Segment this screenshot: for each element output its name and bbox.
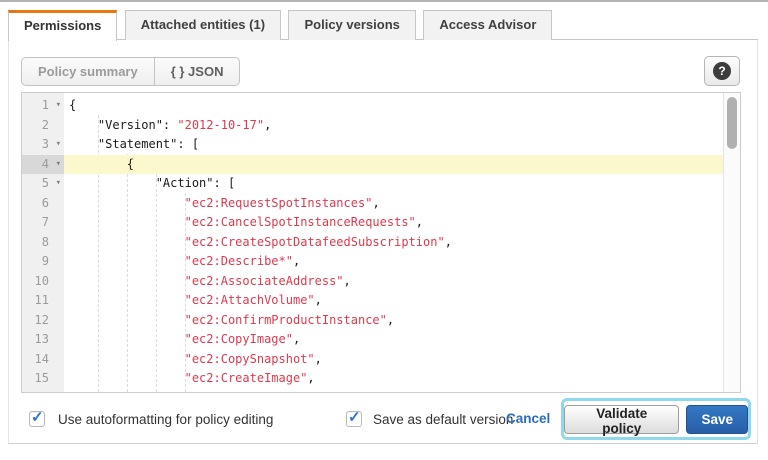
json-view-button[interactable]: { } JSON — [155, 57, 241, 86]
cancel-link[interactable]: Cancel — [506, 411, 550, 426]
policy-summary-button[interactable]: Policy summary — [21, 57, 155, 86]
line-number: 7 — [22, 213, 64, 233]
question-mark-icon: ? — [713, 62, 731, 80]
help-button[interactable]: ? — [704, 56, 740, 86]
line-number: 3▾ — [22, 135, 64, 155]
line-number: 13 — [22, 330, 64, 350]
save-button[interactable]: Save — [686, 405, 748, 434]
footer-controls: ✓ Use autoformatting for policy editing … — [9, 392, 757, 443]
line-number: 6 — [22, 194, 64, 214]
iam-policy-editor-screen: Permissions Attached entities (1) Policy… — [0, 0, 768, 460]
scrollbar-thumb[interactable] — [727, 97, 737, 149]
line-number: 5▾ — [22, 174, 64, 194]
code-line[interactable]: "ec2:Describe*", — [64, 252, 723, 272]
permissions-panel: Policy summary { } JSON ? 1▾23▾4▾5▾67891… — [8, 40, 758, 444]
primary-actions-focus-ring: Validate policy Save — [561, 398, 751, 440]
line-number: 8 — [22, 233, 64, 253]
fold-arrow-icon[interactable]: ▾ — [56, 174, 61, 194]
line-number: 2 — [22, 116, 64, 136]
policy-json-editor[interactable]: 1▾23▾4▾5▾6789101112131415 { "Version": "… — [21, 92, 741, 393]
tab-attached-entities[interactable]: Attached entities (1) — [125, 10, 281, 40]
checkmark-icon: ✓ — [348, 408, 361, 426]
code-line[interactable]: "ec2:AssociateAddress", — [64, 272, 723, 292]
tab-bar: Permissions Attached entities (1) Policy… — [8, 10, 758, 41]
code-line[interactable]: "Statement": [ — [64, 135, 723, 155]
tab-permissions[interactable]: Permissions — [8, 10, 117, 41]
validate-policy-button[interactable]: Validate policy — [564, 405, 679, 434]
code-line[interactable]: "ec2:RequestSpotInstances", — [64, 194, 723, 214]
editor-vertical-scrollbar[interactable] — [723, 93, 740, 392]
code-line[interactable]: "ec2:ConfirmProductInstance", — [64, 311, 723, 331]
checkmark-icon: ✓ — [31, 408, 44, 426]
code-line[interactable]: { — [64, 96, 723, 116]
tab-policy-versions[interactable]: Policy versions — [288, 10, 415, 40]
line-number: 15 — [22, 369, 64, 389]
code-line[interactable]: "ec2:CreateSpotDatafeedSubscription", — [64, 233, 723, 253]
default-version-checkbox[interactable]: ✓ — [346, 411, 362, 427]
autoformat-checkbox[interactable]: ✓ — [29, 411, 45, 427]
line-number: 10 — [22, 272, 64, 292]
code-line[interactable]: "ec2:CancelSpotInstanceRequests", — [64, 213, 723, 233]
fold-arrow-icon[interactable]: ▾ — [56, 155, 61, 175]
tab-access-advisor[interactable]: Access Advisor — [423, 10, 552, 40]
autoformat-label: Use autoformatting for policy editing — [58, 412, 273, 427]
line-number: 12 — [22, 311, 64, 331]
code-line[interactable]: "ec2:AttachVolume", — [64, 291, 723, 311]
fold-arrow-icon[interactable]: ▾ — [56, 135, 61, 155]
line-number: 11 — [22, 291, 64, 311]
line-number: 4▾ — [22, 155, 64, 175]
line-number: 1▾ — [22, 96, 64, 116]
line-number: 9 — [22, 252, 64, 272]
code-line[interactable]: "ec2:CopySnapshot", — [64, 350, 723, 370]
code-line[interactable]: "Version": "2012-10-17", — [64, 116, 723, 136]
view-toggle-group: Policy summary { } JSON — [21, 57, 240, 86]
code-line[interactable]: "Action": [ — [64, 174, 723, 194]
line-number: 14 — [22, 350, 64, 370]
code-line[interactable]: "ec2:CopyImage", — [64, 330, 723, 350]
code-line[interactable]: "ec2:CreateImage", — [64, 369, 723, 389]
editor-gutter: 1▾23▾4▾5▾6789101112131415 — [22, 93, 64, 392]
code-line[interactable]: { — [64, 155, 723, 175]
default-version-label: Save as default version — [373, 412, 513, 427]
fold-arrow-icon[interactable]: ▾ — [56, 96, 61, 116]
top-divider — [0, 0, 768, 2]
editor-code-area[interactable]: { "Version": "2012-10-17", "Statement": … — [64, 93, 723, 392]
